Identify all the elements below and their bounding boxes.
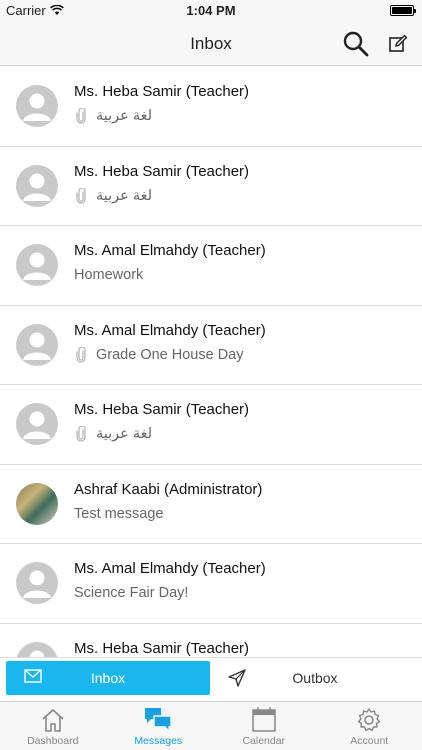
message-subject: Science Fair Day!	[74, 585, 189, 601]
message-sender: Ms. Amal Elmahdy (Teacher)	[74, 560, 266, 577]
message-row[interactable]: Ms. Amal Elmahdy (Teacher) Grade One Hous…	[0, 305, 422, 385]
attachment-icon	[76, 426, 86, 442]
messages-icon	[145, 708, 172, 733]
avatar	[16, 85, 58, 127]
message-subject-line: لغة عربية	[74, 426, 152, 442]
message-subject-line: Test message	[74, 506, 163, 522]
message-subject: Homework	[74, 267, 144, 283]
inbox-segment-button[interactable]: Inbox	[6, 661, 210, 695]
tab-account[interactable]: Account	[317, 702, 422, 750]
calendar-icon	[252, 707, 276, 732]
message-row[interactable]: Ashraf Kaabi (Administrator) Test message	[0, 464, 422, 544]
message-subject: Test message	[74, 505, 164, 522]
tab-calendar-label: Calendar	[242, 735, 286, 747]
nav-bar: Inbox	[0, 22, 422, 66]
message-subject-line: Science Fair Day!	[74, 585, 188, 601]
message-sender: Ms. Heba Samir (Teacher)	[74, 401, 250, 418]
message-sender: Ms. Amal Elmahdy (Teacher)	[74, 321, 266, 339]
search-icon[interactable]	[342, 30, 370, 58]
message-row[interactable]: Ms. Heba Samir (Teacher)	[0, 623, 422, 657]
avatar	[16, 403, 58, 445]
compose-icon[interactable]	[388, 34, 408, 54]
message-subject-line: Homework	[74, 267, 143, 283]
message-subject: لغة عربية	[96, 108, 153, 124]
attachment-icon	[76, 346, 86, 363]
message-row[interactable]: Ms. Amal Elmahdy (Teacher) Homework	[0, 226, 422, 306]
avatar	[16, 244, 58, 286]
message-sender: Ms. Heba Samir (Teacher)	[74, 83, 250, 100]
tab-messages-label: Messages	[134, 735, 183, 747]
message-row[interactable]: Ms. Heba Samir (Teacher) لغة عربية	[0, 385, 422, 465]
home-icon	[42, 708, 64, 732]
person-icon	[29, 650, 45, 657]
attachment-icon	[76, 108, 86, 124]
message-subject-line: لغة عربية	[74, 187, 153, 204]
outbox-segment-button[interactable]: Outbox	[214, 661, 416, 695]
message-sender: Ashraf Kaabi (Administrator)	[74, 480, 263, 498]
message-subject: Grade One House Day	[96, 346, 244, 363]
tab-dashboard-label: Dashboard	[27, 735, 79, 747]
message-row[interactable]: Ms. Amal Elmahdy (Teacher) Science Fair D…	[0, 544, 422, 624]
message-list[interactable]: Ms. Heba Samir (Teacher) لغة عربية Ms. Heb…	[0, 67, 422, 657]
status-time: 1:04 PM	[186, 3, 236, 18]
person-icon	[23, 173, 51, 201]
message-subject: لغة عربية	[96, 187, 153, 204]
person-icon	[23, 252, 51, 280]
tab-calendar[interactable]: Calendar	[211, 702, 317, 750]
message-sender: Ms. Amal Elmahdy (Teacher)	[74, 242, 266, 259]
person-icon	[23, 570, 51, 598]
message-sender: Ms. Heba Samir (Teacher)	[74, 639, 250, 657]
inbox-segment-label: Inbox	[90, 670, 126, 686]
person-icon	[23, 332, 51, 360]
avatar	[16, 562, 58, 604]
avatar	[16, 482, 58, 525]
avatar	[16, 323, 58, 366]
message-subject-line: لغة عربية	[74, 108, 152, 124]
person-icon	[23, 93, 51, 121]
message-sender: Ms. Heba Samir (Teacher)	[74, 162, 250, 180]
tab-account-label: Account	[350, 735, 389, 747]
tab-dashboard[interactable]: Dashboard	[0, 702, 106, 750]
battery-icon	[390, 5, 416, 16]
message-subject: لغة عربية	[96, 426, 153, 442]
outbox-segment-label: Outbox	[292, 670, 338, 686]
attachment-icon	[76, 187, 86, 204]
gear-icon	[358, 708, 381, 732]
message-subject-line: Grade One House Day	[74, 346, 244, 363]
status-bar: Carrier 1:04 PM	[0, 0, 422, 22]
avatar	[16, 641, 58, 657]
message-row[interactable]: Ms. Heba Samir (Teacher) لغة عربية	[0, 146, 422, 226]
avatar	[16, 164, 58, 207]
battery-fill	[392, 7, 412, 14]
person-icon	[23, 411, 51, 439]
inbox-outbox-segment: Inbox Outbox	[0, 657, 422, 701]
tab-messages[interactable]: Messages	[106, 702, 212, 750]
tab-bar: Dashboard Messages Calendar Account	[0, 701, 422, 750]
message-row[interactable]: Ms. Heba Samir (Teacher) لغة عربية	[0, 67, 422, 147]
